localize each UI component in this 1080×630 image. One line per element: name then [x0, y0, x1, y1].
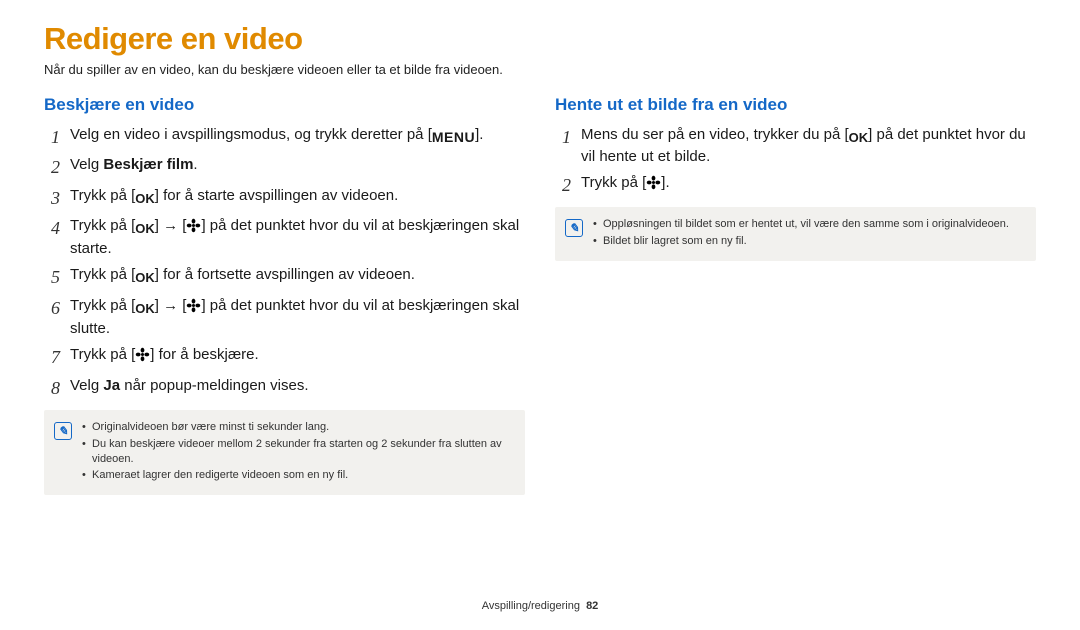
step-item: 4 Trykk på [OK] → [] på det punktet hvor … — [44, 216, 525, 260]
step-number: 1 — [44, 125, 60, 149]
ok-icon: OK — [135, 300, 155, 318]
step-item: 2 Velg Beskjær film. — [44, 155, 525, 179]
step-text: Velg en video i avspillingsmodus, og try… — [70, 125, 525, 147]
step-number: 1 — [555, 125, 571, 149]
step-item: 7 Trykk på [] for å beskjære. — [44, 345, 525, 369]
step-item: 8 Velg Ja når popup-meldingen vises. — [44, 376, 525, 400]
capture-notes-list: Oppløsningen til bildet som er hentet ut… — [593, 217, 1024, 251]
note-item: Du kan beskjære videoer mellom 2 sekunde… — [82, 437, 513, 467]
two-column-layout: Beskjære en video 1 Velg en video i avspi… — [44, 95, 1036, 495]
manual-page: Redigere en video Når du spiller av en v… — [0, 0, 1080, 630]
step-number: 7 — [44, 345, 60, 369]
step-number: 6 — [44, 296, 60, 320]
step-number: 2 — [555, 173, 571, 197]
note-item: Kameraet lagrer den redigerte videoen so… — [82, 468, 513, 483]
step-text: Trykk på [OK] for å starte avspillingen … — [70, 186, 525, 208]
ok-icon: OK — [135, 269, 155, 287]
step-item: 2 Trykk på []. — [555, 173, 1036, 197]
step-number: 2 — [44, 155, 60, 179]
flower-icon — [646, 175, 661, 196]
trim-notes-list: Originalvideoen bør være minst ti sekund… — [82, 420, 513, 485]
note-box-trim: ✎ Originalvideoen bør være minst ti seku… — [44, 410, 525, 495]
flower-icon — [186, 218, 201, 239]
step-text: Trykk på [] for å beskjære. — [70, 345, 525, 368]
step-text: Velg Ja når popup-meldingen vises. — [70, 376, 525, 396]
note-icon: ✎ — [565, 219, 583, 237]
ok-icon: OK — [135, 190, 155, 208]
step-number: 5 — [44, 265, 60, 289]
step-number: 3 — [44, 186, 60, 210]
step-text: Trykk på [OK] → [] på det punktet hvor d… — [70, 216, 525, 260]
step-item: 5 Trykk på [OK] for å fortsette avspillin… — [44, 265, 525, 289]
capture-steps-list: 1 Mens du ser på en video, trykker du på … — [555, 125, 1036, 197]
page-footer: Avspilling/redigering 82 — [0, 600, 1080, 612]
step-text: Trykk på [OK] → [] på det punktet hvor d… — [70, 296, 525, 340]
note-item: Bildet blir lagret som en ny fil. — [593, 234, 1024, 249]
flower-icon — [135, 347, 150, 368]
step-number: 4 — [44, 216, 60, 240]
intro-text: Når du spiller av en video, kan du beskj… — [44, 62, 1036, 77]
step-text: Velg Beskjær film. — [70, 155, 525, 175]
step-item: 3 Trykk på [OK] for å starte avspillingen… — [44, 186, 525, 210]
step-item: 1 Mens du ser på en video, trykker du på … — [555, 125, 1036, 167]
step-text: Trykk på []. — [581, 173, 1036, 196]
ok-icon: OK — [849, 129, 869, 147]
menu-icon: MENU — [432, 128, 475, 147]
right-column: Hente ut et bilde fra en video 1 Mens du … — [555, 95, 1036, 495]
step-item: 1 Velg en video i avspillingsmodus, og tr… — [44, 125, 525, 149]
page-title: Redigere en video — [44, 22, 1036, 56]
trim-steps-list: 1 Velg en video i avspillingsmodus, og tr… — [44, 125, 525, 400]
step-text: Trykk på [OK] for å fortsette avspilling… — [70, 265, 525, 287]
left-column: Beskjære en video 1 Velg en video i avspi… — [44, 95, 525, 495]
note-box-capture: ✎ Oppløsningen til bildet som er hentet … — [555, 207, 1036, 261]
section-heading-capture: Hente ut et bilde fra en video — [555, 95, 1036, 115]
ok-icon: OK — [135, 220, 155, 238]
footer-page-number: 82 — [586, 600, 598, 612]
section-heading-trim: Beskjære en video — [44, 95, 525, 115]
footer-section: Avspilling/redigering — [482, 600, 580, 612]
flower-icon — [186, 298, 201, 319]
note-item: Originalvideoen bør være minst ti sekund… — [82, 420, 513, 435]
note-icon: ✎ — [54, 422, 72, 440]
step-text: Mens du ser på en video, trykker du på [… — [581, 125, 1036, 167]
note-item: Oppløsningen til bildet som er hentet ut… — [593, 217, 1024, 232]
step-item: 6 Trykk på [OK] → [] på det punktet hvor … — [44, 296, 525, 340]
step-number: 8 — [44, 376, 60, 400]
